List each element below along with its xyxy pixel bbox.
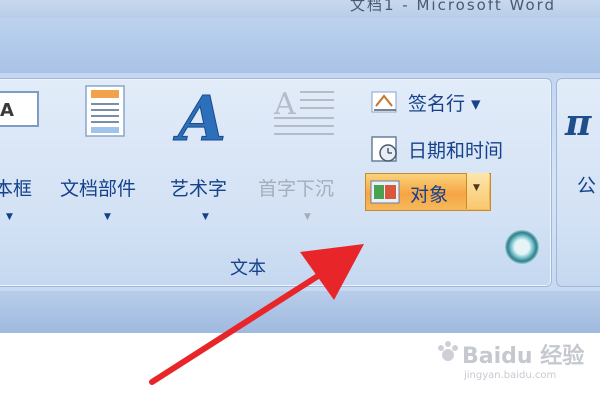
text-box-label: 本框: [0, 178, 33, 200]
signature-line-button[interactable]: 签名行 ▾: [370, 86, 520, 118]
title-bar: 文档1 - Microsoft Word: [0, 0, 600, 18]
ribbon-bottom-border: [0, 291, 600, 333]
signature-line-icon: [371, 91, 397, 113]
equation-group: π 公: [556, 78, 600, 287]
equation-label: 公: [577, 175, 597, 197]
watermark-url: jingyan.baidu.com: [464, 370, 557, 381]
signature-line-label: 签名行 ▾: [408, 93, 481, 115]
quick-parts-icon: [85, 85, 125, 137]
quick-parts-dropdown-arrow[interactable]: ▼: [104, 212, 111, 222]
object-icon: [370, 180, 400, 204]
wordart-icon: A: [173, 82, 227, 156]
drop-cap-icon: A: [273, 87, 334, 135]
dialog-launcher-icon[interactable]: [505, 230, 539, 264]
ribbon-tab-strip: [0, 18, 600, 73]
text-box-button[interactable]: A 本框 ▼: [0, 84, 50, 234]
baidu-jingyan-watermark: Baidu 经验 jingyan.baidu.com: [438, 338, 597, 388]
drop-cap-dropdown-arrow[interactable]: ▼: [304, 212, 311, 222]
drop-cap-label: 首字下沉: [258, 178, 335, 200]
window-title: 文档1 - Microsoft Word: [350, 0, 557, 14]
object-dropdown[interactable]: ▼: [466, 173, 489, 209]
drop-cap-button[interactable]: A 首字下沉 ▼: [258, 84, 358, 234]
wordart-dropdown-arrow[interactable]: ▼: [202, 212, 209, 222]
quick-parts-button[interactable]: 文档部件 ▼: [60, 84, 158, 234]
object-label: 对象: [410, 184, 449, 206]
quick-parts-label: 文档部件: [60, 178, 137, 200]
watermark-brand: Baidu 经验: [462, 344, 585, 369]
text-box-icon: A: [0, 91, 39, 127]
date-time-button[interactable]: 日期和时间: [370, 133, 545, 165]
svg-text:A: A: [0, 100, 14, 121]
text-box-dropdown-arrow[interactable]: ▼: [6, 212, 13, 222]
chevron-down-icon: ▼: [473, 183, 480, 193]
svg-text:A: A: [273, 87, 296, 122]
text-group-label: 文本: [230, 258, 266, 279]
svg-text:A: A: [173, 82, 226, 155]
equation-icon[interactable]: π: [563, 99, 600, 149]
date-time-label: 日期和时间: [408, 140, 504, 162]
object-button[interactable]: 对象 ▼: [365, 173, 491, 211]
wordart-label: 艺术字: [170, 178, 228, 200]
svg-text:π: π: [564, 102, 592, 144]
date-time-icon: [371, 136, 397, 162]
wordart-button[interactable]: A 艺术字 ▼: [170, 82, 250, 234]
paw-icon: [438, 341, 458, 361]
